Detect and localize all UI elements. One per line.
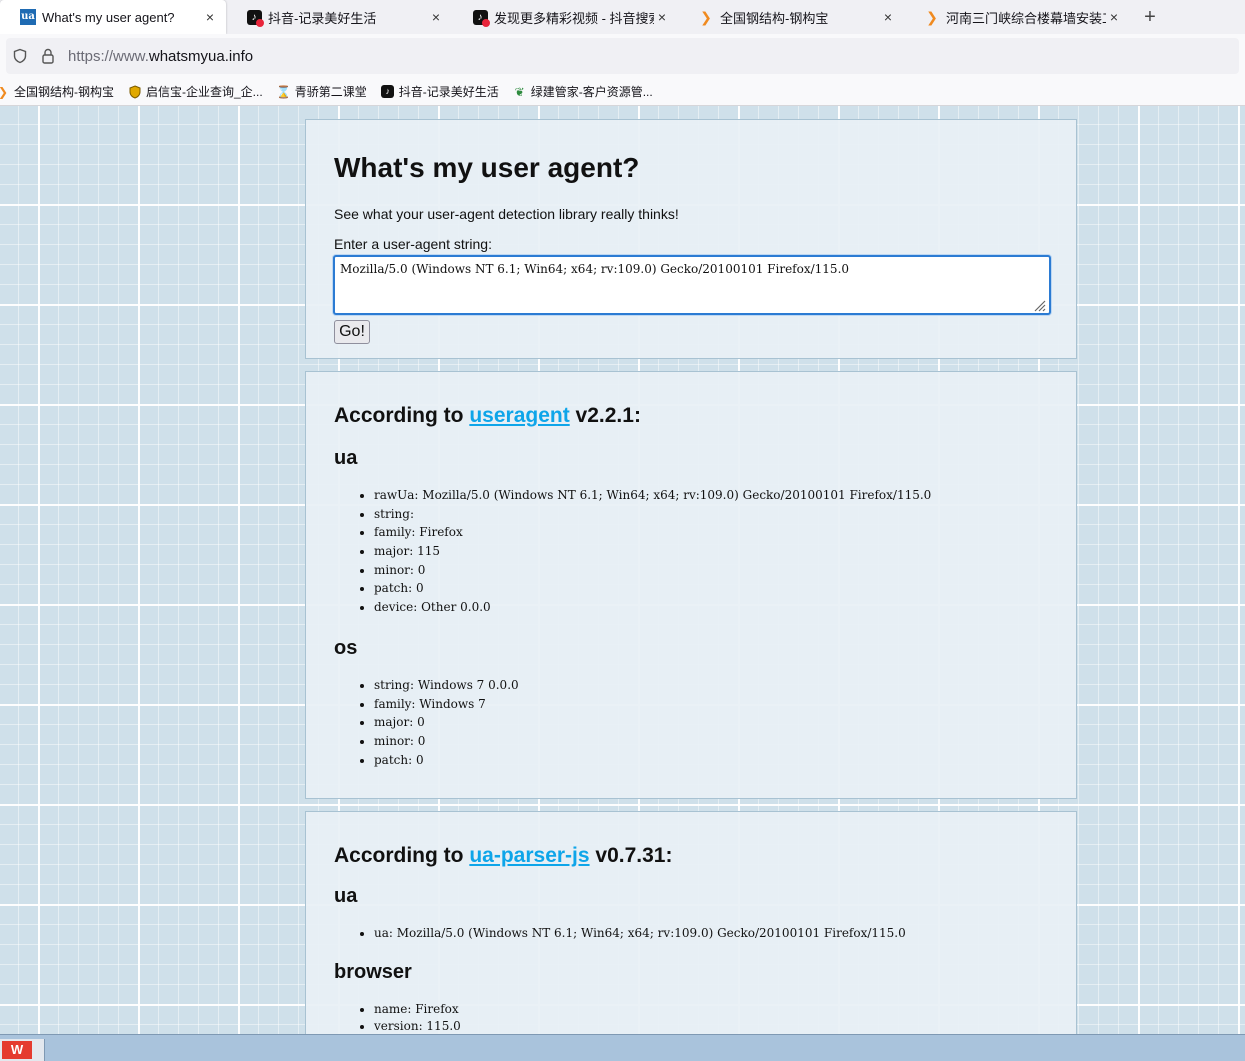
- heading-prefix: According to: [334, 844, 470, 867]
- go-button[interactable]: Go!: [334, 320, 370, 344]
- bookmark-qixinbao[interactable]: 启信宝-企业查询_企...: [128, 83, 263, 100]
- list-item: minor: 0: [374, 561, 931, 580]
- wps-logo-icon: W: [2, 1041, 32, 1059]
- bookmark-douyin[interactable]: ♪ 抖音-记录美好生活: [381, 83, 499, 100]
- tiktok-icon: ♪: [472, 9, 490, 27]
- list-item: name: Firefox: [374, 1001, 461, 1018]
- heading-version: v0.7.31:: [589, 844, 673, 867]
- tab-title: 抖音-记录美好生活: [268, 10, 377, 26]
- os-property-list: string: Windows 7 0.0.0 family: Windows …: [360, 676, 519, 769]
- ua-section-heading: ua: [334, 447, 358, 469]
- taskbar: W: [0, 1034, 1245, 1061]
- tab-ganggoubao[interactable]: ❯ 全国钢结构-钢构宝 ×: [678, 0, 904, 34]
- shield-icon[interactable]: [6, 48, 34, 64]
- ua-property-list: rawUa: Mozilla/5.0 (Windows NT 6.1; Win6…: [360, 486, 931, 617]
- bookmarks-toolbar: ❯ 全国钢结构-钢构宝 启信宝-企业查询_企... ⌛ 青骄第二课堂 ♪ 抖音-…: [0, 78, 1245, 106]
- navigation-bar: https://www. whatsmyua.info: [0, 34, 1245, 78]
- uaparser-heading: According to ua-parser-js v0.7.31:: [334, 844, 672, 868]
- ganggoubao-icon: ❯: [926, 8, 938, 25]
- qixinbao-icon: [128, 84, 142, 99]
- bookmark-lvjian[interactable]: ❦ 绿建管家-客户资源管...: [513, 83, 653, 100]
- list-item: major: 0: [374, 713, 519, 732]
- tab-title: 全国钢结构-钢构宝: [720, 10, 829, 26]
- heading-prefix: According to: [334, 404, 470, 427]
- tab-title: 河南三门峡综合楼幕墙安装工程: [946, 10, 1106, 26]
- ganggoubao-icon: ❯: [700, 8, 712, 25]
- list-item: patch: 0: [374, 751, 519, 770]
- tab-douyin[interactable]: ♪ 抖音-记录美好生活 ×: [226, 0, 452, 34]
- tiktok-icon: ♪: [246, 9, 264, 27]
- browser-property-list: name: Firefox version: 115.0: [360, 1001, 461, 1034]
- ua-favicon-icon: ua: [20, 9, 36, 25]
- url-scheme: https://www.: [68, 47, 149, 65]
- resize-grip-icon[interactable]: [1032, 298, 1046, 312]
- tab-douyin-search[interactable]: ♪ 发现更多精彩视频 - 抖音搜索 ×: [452, 0, 678, 34]
- bookmark-qingjiao[interactable]: ⌛ 青骄第二课堂: [276, 83, 367, 100]
- page-title: What's my user agent?: [334, 152, 640, 183]
- browser-section-heading: browser: [334, 961, 412, 983]
- tab-sanmenxia[interactable]: ❯ 河南三门峡综合楼幕墙安装工程 ×: [904, 0, 1130, 34]
- list-item: family: Windows 7: [374, 695, 519, 714]
- leaf-icon: ❦: [514, 84, 525, 99]
- close-icon[interactable]: ×: [1106, 9, 1122, 25]
- list-item: string:: [374, 505, 931, 524]
- input-label: Enter a user-agent string:: [334, 236, 492, 252]
- bookmark-ganggoubao[interactable]: ❯ 全国钢结构-钢构宝: [0, 83, 114, 100]
- list-item: string: Windows 7 0.0.0: [374, 676, 519, 695]
- tab-title: What's my user agent?: [42, 9, 175, 25]
- input-card: What's my user agent? See what your user…: [305, 119, 1077, 359]
- close-icon[interactable]: ×: [202, 9, 218, 25]
- useragent-results-card: According to useragent v2.2.1: ua rawUa:…: [305, 371, 1077, 799]
- wps-app-button[interactable]: W: [0, 1039, 45, 1061]
- page-subtitle: See what your user-agent detection libra…: [334, 206, 679, 222]
- list-item: major: 115: [374, 542, 931, 561]
- ua-section-heading: ua: [334, 885, 358, 907]
- bookmark-label: 绿建管家-客户资源管...: [530, 85, 653, 99]
- close-icon[interactable]: ×: [428, 9, 444, 25]
- close-icon[interactable]: ×: [880, 9, 896, 25]
- list-item: family: Firefox: [374, 523, 931, 542]
- heading-version: v2.2.1:: [569, 404, 641, 427]
- close-icon[interactable]: ×: [654, 9, 670, 25]
- list-item: minor: 0: [374, 732, 519, 751]
- useragent-heading: According to useragent v2.2.1:: [334, 404, 641, 428]
- ua-parser-js-link[interactable]: ua-parser-js: [469, 844, 589, 867]
- os-section-heading: os: [334, 637, 358, 659]
- useragent-link[interactable]: useragent: [469, 404, 569, 427]
- list-item: device: Other 0.0.0: [374, 598, 931, 617]
- bookmark-label: 全国钢结构-钢构宝: [14, 85, 114, 99]
- bookmark-label: 抖音-记录美好生活: [398, 85, 499, 99]
- bookmark-label: 启信宝-企业查询_企...: [146, 85, 263, 99]
- new-tab-button[interactable]: +: [1130, 0, 1170, 34]
- tiktok-icon: ♪: [381, 85, 395, 99]
- lock-icon[interactable]: [34, 48, 62, 64]
- list-item: version: 115.0: [374, 1018, 461, 1034]
- user-agent-input[interactable]: Mozilla/5.0 (Windows NT 6.1; Win64; x64;…: [333, 255, 1051, 315]
- hourglass-icon: ⌛: [276, 84, 292, 99]
- page-viewport[interactable]: What's my user agent? See what your user…: [0, 106, 1245, 1034]
- list-item: patch: 0: [374, 579, 931, 598]
- list-item: rawUa: Mozilla/5.0 (Windows NT 6.1; Win6…: [374, 486, 931, 505]
- tab-title: 发现更多精彩视频 - 抖音搜索: [494, 10, 654, 26]
- tab-whatsmyua[interactable]: ua What's my user agent? ×: [0, 0, 226, 34]
- tab-strip: ua What's my user agent? × ♪ 抖音-记录美好生活 ×…: [0, 0, 1245, 34]
- url-host: whatsmyua.info: [148, 47, 254, 65]
- list-item: ua: Mozilla/5.0 (Windows NT 6.1; Win64; …: [374, 924, 906, 943]
- ua-property-list: ua: Mozilla/5.0 (Windows NT 6.1; Win64; …: [360, 924, 906, 943]
- address-bar[interactable]: https://www. whatsmyua.info: [6, 38, 1239, 74]
- ganggoubao-icon: ❯: [0, 85, 10, 99]
- bookmark-label: 青骄第二课堂: [294, 85, 367, 99]
- ua-parser-results-card: According to ua-parser-js v0.7.31: ua ua…: [305, 811, 1077, 1034]
